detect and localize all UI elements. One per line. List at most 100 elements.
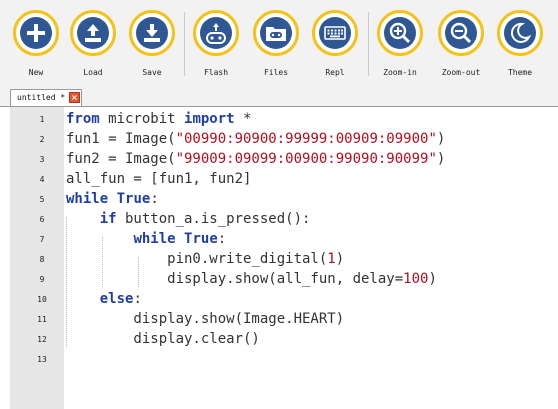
code-line: display.show(all_fun, delay=100): [66, 269, 437, 289]
code-line: else:: [66, 289, 142, 309]
toolbar-separator: [184, 12, 185, 76]
line-number: 5: [39, 195, 45, 204]
code-token: while: [66, 191, 109, 207]
new-button-ring: [13, 10, 59, 56]
code-token: True: [116, 191, 151, 207]
keyboard-icon: [324, 26, 346, 40]
code-line: from microbit import *: [66, 109, 251, 129]
zoom-in-button-ring: [377, 10, 423, 56]
line-number: 13: [37, 355, 47, 364]
toolbar: New Load Save Flash Files Repl Zoom-in Z…: [0, 0, 558, 88]
code-line: display.show(Image.HEART): [66, 309, 344, 329]
line-number: 1: [39, 115, 45, 124]
files-button-ring: [253, 10, 299, 56]
code-line: while True:: [66, 189, 159, 209]
code-token: while: [133, 231, 176, 247]
toolbar-separator: [368, 12, 369, 76]
indent-guide: [102, 237, 103, 287]
code-token: ): [436, 151, 446, 167]
code-token: button_a.is_pressed():: [116, 211, 311, 227]
upload-icon: [85, 24, 101, 42]
code-token: else: [99, 291, 134, 307]
close-icon[interactable]: ×: [69, 92, 80, 103]
code-token: ): [335, 251, 345, 267]
download-icon: [144, 24, 160, 42]
new-button-bg: [20, 17, 52, 49]
code-line: if button_a.is_pressed():: [66, 209, 311, 229]
code-token: "00990:90900:99999:00909:09900": [175, 131, 437, 147]
line-number: 6: [39, 215, 45, 224]
load-button-ring: [70, 10, 116, 56]
moon-icon: [510, 22, 532, 43]
zoom-in-button-label: Zoom-in: [383, 68, 417, 77]
load-button-label: Load: [83, 68, 103, 77]
indent-guide: [66, 217, 67, 347]
theme-button[interactable]: Theme: [495, 10, 551, 82]
tab-untitled[interactable]: untitled * ×: [10, 89, 82, 106]
tab-label: untitled *: [17, 93, 66, 102]
code-token: *: [234, 111, 252, 127]
load-button-bg: [77, 17, 109, 49]
files-button[interactable]: Files: [251, 10, 307, 82]
code-line: display.clear(): [66, 329, 260, 349]
flash-button-bg: [200, 17, 232, 49]
code-token: import: [184, 111, 235, 127]
zoom-in-button[interactable]: Zoom-in: [375, 10, 431, 82]
zoom-in-icon: [389, 22, 411, 44]
load-button[interactable]: Load: [68, 10, 124, 82]
zoom-out-button[interactable]: Zoom-out: [436, 10, 492, 82]
code-token: True: [184, 231, 218, 247]
code-editor[interactable]: 1 2 3 4 5 6 7 8 9 10 11 12 13 from microbit import *…: [0, 107, 558, 409]
flash-button-label: Flash: [203, 68, 229, 77]
line-number: 10: [37, 295, 47, 304]
repl-button-label: Repl: [325, 68, 345, 77]
new-button-label: New: [28, 68, 44, 77]
code-token: display.show(Image.HEART): [66, 311, 345, 327]
code-line: fun1 = Image("00990:90900:99999:00909:09…: [66, 129, 445, 149]
code-token: if: [99, 211, 117, 227]
save-button-label: Save: [142, 68, 162, 77]
code-token: display.clear(): [66, 331, 260, 347]
zoom-out-icon: [450, 22, 472, 44]
zoom-out-button-label: Zoom-out: [441, 68, 481, 77]
zoom-out-button-ring: [438, 10, 484, 56]
save-button[interactable]: Save: [127, 10, 183, 82]
theme-button-bg: [504, 17, 536, 49]
code-token: microbit: [99, 111, 185, 127]
code-token: :: [150, 191, 159, 207]
code-token: "99009:09099:00900:99090:90099": [175, 151, 437, 167]
flash-button[interactable]: Flash: [191, 10, 247, 82]
files-icon: [266, 27, 286, 41]
repl-button-bg: [319, 17, 351, 49]
code-token: ): [428, 271, 437, 287]
theme-button-ring: [497, 10, 543, 56]
code-line: pin0.write_digital(1): [66, 249, 344, 269]
code-token: fun2 = Image(: [66, 151, 176, 167]
save-button-ring: [129, 10, 175, 56]
line-number: 3: [39, 155, 45, 164]
flash-button-ring: [193, 10, 239, 56]
zoom-out-button-bg: [445, 17, 477, 49]
line-number: 9: [39, 275, 45, 284]
microbit-icon: [206, 23, 226, 44]
code-line: all_fun = [fun1, fun2]: [66, 169, 251, 189]
code-token: from: [66, 111, 100, 127]
line-number-gutter: 1 2 3 4 5 6 7 8 9 10 11 12 13: [10, 107, 64, 409]
new-button[interactable]: New: [11, 10, 67, 82]
zoom-in-button-bg: [384, 17, 416, 49]
line-number: 8: [39, 255, 45, 264]
code-token: display.show(all_fun, delay=: [66, 271, 404, 287]
code-token: all_fun = [fun1, fun2]: [66, 171, 252, 187]
files-button-bg: [260, 17, 292, 49]
repl-button-ring: [312, 10, 358, 56]
save-button-bg: [136, 17, 168, 49]
line-number: 2: [39, 135, 45, 144]
repl-button[interactable]: Repl: [310, 10, 366, 82]
code-line: while True:: [66, 229, 226, 249]
code-token: fun1 = Image(: [66, 131, 176, 147]
